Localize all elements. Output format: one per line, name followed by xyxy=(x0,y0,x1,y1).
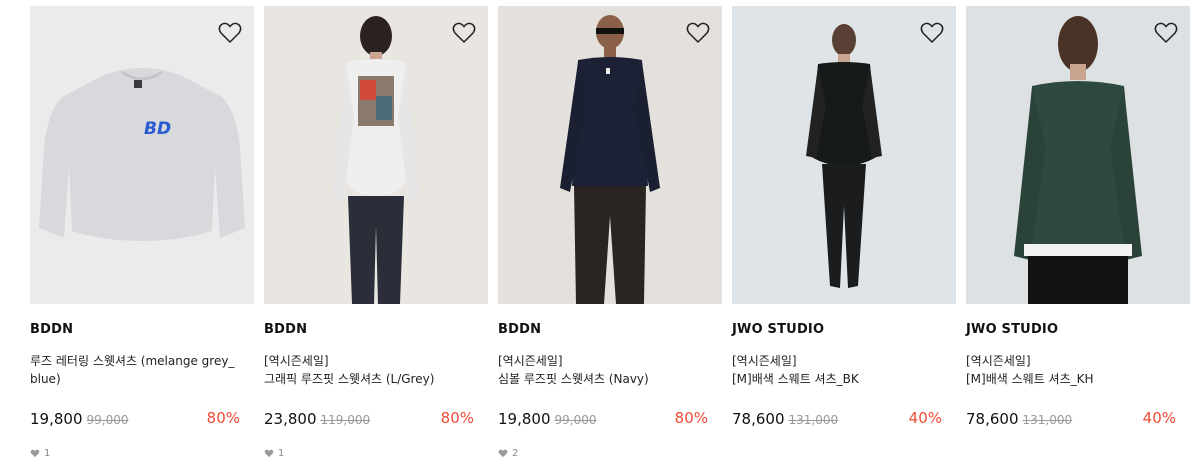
sale-price: 19,800 xyxy=(30,410,83,428)
original-price: 131,000 xyxy=(788,413,839,427)
product-brand[interactable]: BDDN xyxy=(498,322,541,337)
price-row: 78,600 131,000 40% xyxy=(966,409,1190,431)
price-row: 78,600 131,000 40% xyxy=(732,409,956,431)
discount-rate: 80% xyxy=(674,409,708,427)
product-title: [M]배색 스웨트 셔츠_BK xyxy=(732,372,859,386)
wishlist-heart-icon[interactable] xyxy=(1154,22,1178,44)
wishlist-heart-icon[interactable] xyxy=(686,22,710,44)
product-brand[interactable]: BDDN xyxy=(264,322,307,337)
product-name[interactable]: [역시즌세일] 심볼 루즈핏 스웻셔츠 (Navy) xyxy=(498,352,722,388)
product-name[interactable]: [역시즌세일] [M]배색 스웨트 셔츠_BK xyxy=(732,352,956,388)
product-image[interactable] xyxy=(264,6,488,304)
product-card[interactable]: BDDN [역시즌세일] 그래픽 루즈핏 스웻셔츠 (L/Grey) 23,80… xyxy=(264,6,488,466)
price-row: 19,800 99,000 80% xyxy=(498,409,722,431)
product-card[interactable]: JWO STUDIO [역시즌세일] [M]배색 스웨트 셔츠_KH 78,60… xyxy=(966,6,1190,466)
product-brand[interactable]: BDDN xyxy=(30,322,73,337)
sale-tag: [역시즌세일] xyxy=(966,354,1031,368)
price-row: 19,800 99,000 80% xyxy=(30,409,254,431)
wishlist-heart-icon[interactable] xyxy=(452,22,476,44)
sale-price: 23,800 xyxy=(264,410,317,428)
heart-filled-icon xyxy=(264,449,274,458)
sale-tag: [역시즌세일] xyxy=(732,354,797,368)
product-title: [M]배색 스웨트 셔츠_KH xyxy=(966,372,1094,386)
original-price: 99,000 xyxy=(554,413,597,427)
discount-rate: 80% xyxy=(440,409,474,427)
sale-price: 78,600 xyxy=(732,410,785,428)
product-title: 루즈 레터링 스웻셔츠 (melange grey_ blue) xyxy=(30,354,235,386)
sale-price: 19,800 xyxy=(498,410,551,428)
product-image[interactable]: BD xyxy=(30,6,254,304)
product-card[interactable]: BD BDDN 루즈 레터링 스웻셔츠 (melange grey_ blue)… xyxy=(30,6,254,466)
price-row: 23,800 119,000 80% xyxy=(264,409,488,431)
product-name[interactable]: 루즈 레터링 스웻셔츠 (melange grey_ blue) xyxy=(30,352,254,388)
discount-rate: 80% xyxy=(206,409,240,427)
like-count-value: 1 xyxy=(278,448,285,459)
discount-rate: 40% xyxy=(1142,409,1176,427)
product-brand[interactable]: JWO STUDIO xyxy=(732,322,824,337)
product-name[interactable]: [역시즌세일] 그래픽 루즈핏 스웻셔츠 (L/Grey) xyxy=(264,352,488,388)
product-image[interactable] xyxy=(498,6,722,304)
original-price: 119,000 xyxy=(320,413,371,427)
sale-tag: [역시즌세일] xyxy=(264,354,329,368)
sale-tag: [역시즌세일] xyxy=(498,354,563,368)
like-count: 1 xyxy=(30,448,50,459)
original-price: 131,000 xyxy=(1022,413,1073,427)
like-count-value: 1 xyxy=(44,448,51,459)
product-image[interactable] xyxy=(966,6,1190,304)
discount-rate: 40% xyxy=(908,409,942,427)
product-card[interactable]: JWO STUDIO [역시즌세일] [M]배색 스웨트 셔츠_BK 78,60… xyxy=(732,6,956,466)
like-count: 1 xyxy=(264,448,284,459)
wishlist-heart-icon[interactable] xyxy=(920,22,944,44)
product-grid: BD BDDN 루즈 레터링 스웻셔츠 (melange grey_ blue)… xyxy=(0,0,1196,476)
product-image[interactable] xyxy=(732,6,956,304)
brand-logo-print: BD xyxy=(144,119,171,139)
like-count-value: 2 xyxy=(512,448,519,459)
heart-filled-icon xyxy=(498,449,508,458)
product-card[interactable]: BDDN [역시즌세일] 심볼 루즈핏 스웻셔츠 (Navy) 19,800 99… xyxy=(498,6,722,466)
product-title: 그래픽 루즈핏 스웻셔츠 (L/Grey) xyxy=(264,372,435,386)
product-name[interactable]: [역시즌세일] [M]배색 스웨트 셔츠_KH xyxy=(966,352,1190,388)
original-price: 99,000 xyxy=(86,413,129,427)
like-count: 2 xyxy=(498,448,518,459)
product-brand[interactable]: JWO STUDIO xyxy=(966,322,1058,337)
sale-price: 78,600 xyxy=(966,410,1019,428)
wishlist-heart-icon[interactable] xyxy=(218,22,242,44)
product-title: 심볼 루즈핏 스웻셔츠 (Navy) xyxy=(498,372,649,386)
heart-filled-icon xyxy=(30,449,40,458)
